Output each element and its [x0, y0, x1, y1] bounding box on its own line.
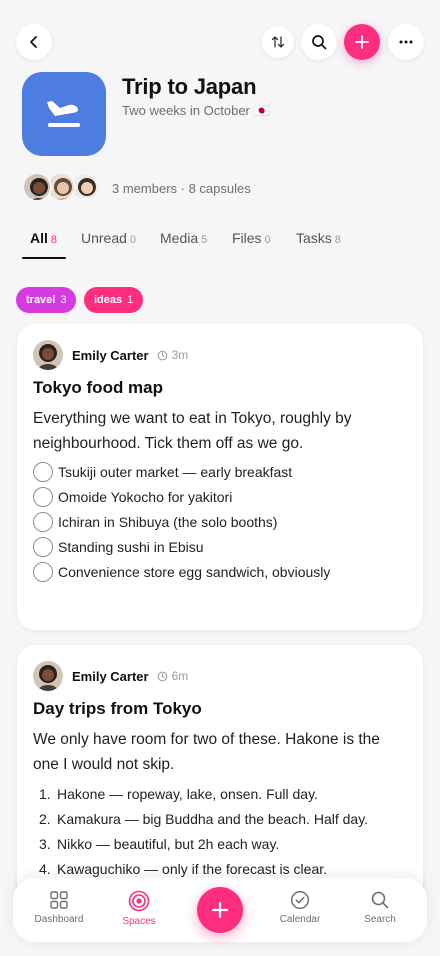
create-button[interactable] [197, 887, 243, 933]
checklist-item: Standing sushi in Ebisu [33, 534, 330, 559]
active-tab-indicator [22, 257, 66, 259]
checkbox[interactable] [33, 511, 53, 532]
nav-spaces[interactable]: Spaces [99, 890, 179, 927]
filter-tabs: All 8 Unread 0 Media 5 Files 0 Tasks 8 [22, 230, 424, 260]
top-bar [16, 24, 424, 60]
capsule-author: Emily Carter 3m [33, 340, 188, 370]
avatar [22, 172, 52, 202]
more-icon [399, 40, 413, 44]
list-item: 1. Hakone — ropeway, lake, onsen. Full da… [39, 785, 318, 802]
space-icon[interactable] [22, 72, 106, 156]
search-icon [312, 35, 327, 50]
clock-icon [157, 350, 167, 360]
airplane-landing-icon [47, 101, 80, 127]
nav-search[interactable]: Search [340, 890, 420, 925]
grid-icon [50, 891, 68, 909]
plus-icon [211, 901, 229, 919]
search-button[interactable] [301, 24, 337, 60]
author-name: Emily Carter [72, 347, 149, 363]
checkbox[interactable] [33, 536, 53, 557]
capsule-card[interactable]: Emily Carter 3m Tokyo food map Everythin… [17, 324, 423, 630]
capsule-author: Emily Carter 6m [33, 661, 188, 691]
tab-unread[interactable]: Unread 0 [81, 230, 136, 246]
checklist-item: Tsukiji outer market — early breakfast [33, 459, 330, 484]
tab-all[interactable]: All 8 [30, 230, 57, 246]
avatar [33, 340, 63, 370]
tag-chip-ideas[interactable]: ideas 1 [84, 287, 144, 313]
nav-calendar[interactable]: Calendar [260, 890, 340, 925]
tab-tasks[interactable]: Tasks 8 [296, 230, 341, 246]
author-name: Emily Carter [72, 668, 149, 684]
sort-icon [271, 36, 285, 48]
tag-chip-travel[interactable]: travel 3 [16, 287, 77, 313]
clock-icon [157, 671, 167, 681]
member-avatars[interactable] [22, 172, 102, 204]
check-circle-icon [290, 890, 310, 910]
chevron-left-icon [30, 36, 37, 48]
checkbox[interactable] [33, 486, 53, 507]
space-subtitle: Two weeks in October 🇯🇵 [122, 103, 270, 118]
checklist-item: Ichiran in Shibuya (the solo booths) [33, 509, 330, 534]
checkbox[interactable] [33, 561, 53, 582]
list-item: 2. Kamakura — big Buddha and the beach. H… [39, 810, 369, 827]
bottom-navigation: Dashboard Spaces Calendar Search [13, 878, 427, 942]
tab-media[interactable]: Media 5 [160, 230, 207, 246]
capsule-title: Day trips from Tokyo [33, 699, 202, 718]
capsule-time: 6m [171, 669, 189, 683]
search-icon [371, 891, 389, 909]
checklist-item: Convenience store egg sandwich, obviousl… [33, 559, 330, 584]
space-title: Trip to Japan [122, 74, 257, 99]
capsule-time: 3m [171, 348, 189, 362]
checklist: Tsukiji outer market — early breakfast O… [33, 459, 330, 584]
space-meta: 3 members · 8 capsules [112, 181, 251, 196]
numbered-list: 1. Hakone — ropeway, lake, onsen. Full da… [39, 781, 368, 881]
spaces-icon [128, 890, 150, 912]
capsule-body: Everything we want to eat in Tokyo, roug… [33, 410, 352, 452]
checklist-item: Omoide Yokocho for yakitori [33, 484, 330, 509]
avatar [33, 661, 63, 691]
capsule-body: We only have room for two of these. Hako… [33, 731, 380, 773]
add-capsule-button[interactable] [344, 24, 380, 60]
more-button[interactable] [388, 24, 424, 60]
back-button[interactable] [16, 24, 52, 60]
capsule-title: Tokyo food map [33, 378, 164, 397]
tab-files[interactable]: Files 0 [232, 230, 271, 246]
sort-button[interactable] [262, 26, 294, 58]
plus-icon [355, 35, 369, 49]
list-item: 3. Nikko — beautiful, but 2h each way. [39, 835, 280, 852]
checkbox[interactable] [33, 461, 53, 482]
nav-dashboard[interactable]: Dashboard [19, 890, 99, 925]
